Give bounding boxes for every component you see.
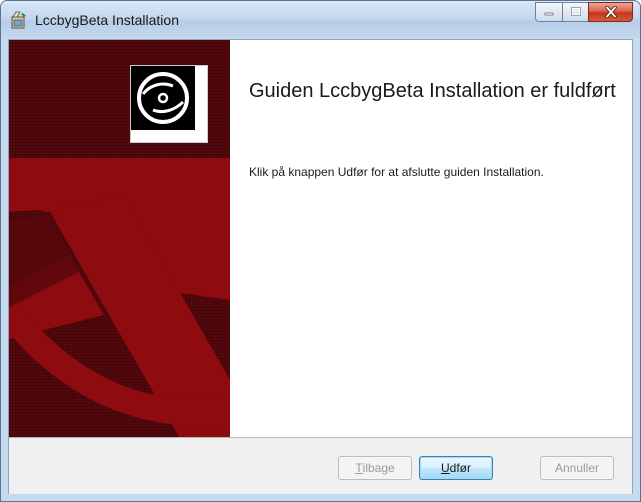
maximize-icon	[570, 7, 581, 16]
cancel-label: Annuller	[554, 461, 600, 475]
installer-icon	[10, 11, 28, 29]
back-button[interactable]: Tilbage	[338, 456, 412, 480]
window-title: LccbygBeta Installation	[35, 12, 179, 28]
close-icon	[604, 6, 617, 18]
installer-window: LccbygBeta Installation Guiden LccbygBet…	[0, 0, 641, 502]
installer-dialog-body: Guiden LccbygBeta Installation er fuldfø…	[8, 39, 633, 494]
finish-mnemonic: U	[440, 461, 450, 475]
banner-image	[9, 40, 230, 437]
finish-label: dfør	[449, 461, 471, 475]
completion-message: Klik på knappen Udfør for at afslutte gu…	[249, 165, 544, 179]
title-bar[interactable]: LccbygBeta Installation	[1, 1, 640, 39]
completion-heading: Guiden LccbygBeta Installation er fuldfø…	[249, 80, 616, 102]
maximize-button[interactable]	[562, 2, 588, 22]
back-label: ilbage	[362, 461, 395, 475]
cancel-button[interactable]: Annuller	[540, 456, 614, 480]
back-mnemonic: T	[355, 461, 363, 475]
button-bar: Tilbage Udfør Annuller	[9, 437, 632, 494]
finish-button[interactable]: Udfør	[419, 456, 493, 480]
minimize-button[interactable]	[535, 2, 562, 22]
caption-buttons	[535, 2, 633, 22]
minimize-icon	[544, 12, 554, 16]
cd-disc-icon	[130, 65, 208, 143]
close-button[interactable]	[588, 2, 633, 22]
